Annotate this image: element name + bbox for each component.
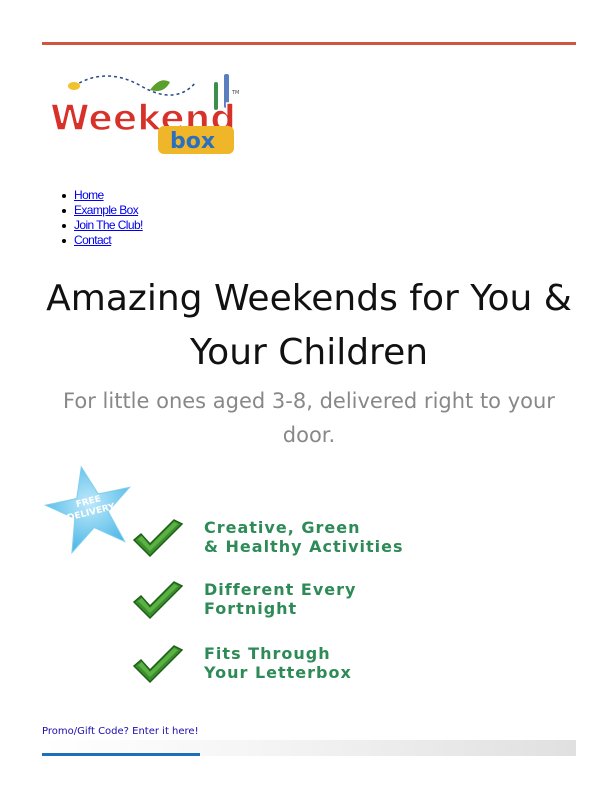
top-divider — [42, 42, 576, 45]
nav-link-home[interactable]: Home — [74, 188, 104, 202]
feature-text: Fits Through Your Letterbox — [204, 644, 352, 682]
feature-text: Different Every Fortnight — [204, 580, 357, 618]
main-nav: Home Example Box Join The Club! Contact — [40, 188, 143, 248]
nav-item-home: Home — [40, 188, 143, 203]
nav-item-contact: Contact — [40, 233, 143, 248]
checkmark-icon — [132, 645, 184, 684]
bee-icon — [68, 82, 80, 90]
logo-trademark: TM — [231, 90, 239, 96]
checkmark-icon — [132, 519, 184, 558]
promo-code-link[interactable]: Promo/Gift Code? Enter it here! — [42, 726, 199, 737]
feature-text: Creative, Green & Healthy Activities — [204, 518, 404, 556]
dashed-path-icon — [73, 75, 197, 96]
feature-item-creative: Creative, Green & Healthy Activities — [132, 518, 432, 568]
headline-line-1: Amazing Weekends for You & — [46, 278, 572, 319]
feature-item-different: Different Every Fortnight — [132, 580, 432, 630]
nav-item-example-box: Example Box — [40, 203, 143, 218]
footer-accent-line — [42, 753, 200, 756]
hero-headline: Amazing Weekends for You & Your Children — [42, 272, 576, 380]
nav-link-contact[interactable]: Contact — [74, 233, 112, 247]
weekend-box-logo[interactable]: Weekend box TM — [46, 68, 246, 160]
nav-link-example-box[interactable]: Example Box — [74, 203, 139, 217]
headline-line-2: Your Children — [189, 332, 429, 373]
hero-subheading: For little ones aged 3-8, delivered righ… — [63, 389, 555, 447]
nav-item-join: Join The Club! — [40, 218, 143, 233]
free-delivery-star-badge: FREE DELIVERY — [44, 465, 131, 554]
feature-item-letterbox: Fits Through Your Letterbox — [132, 644, 432, 694]
logo-word-box: box — [170, 129, 215, 154]
checkmark-icon — [132, 581, 184, 620]
nav-link-join-club[interactable]: Join The Club! — [74, 218, 143, 232]
leaf-icon — [150, 80, 170, 91]
